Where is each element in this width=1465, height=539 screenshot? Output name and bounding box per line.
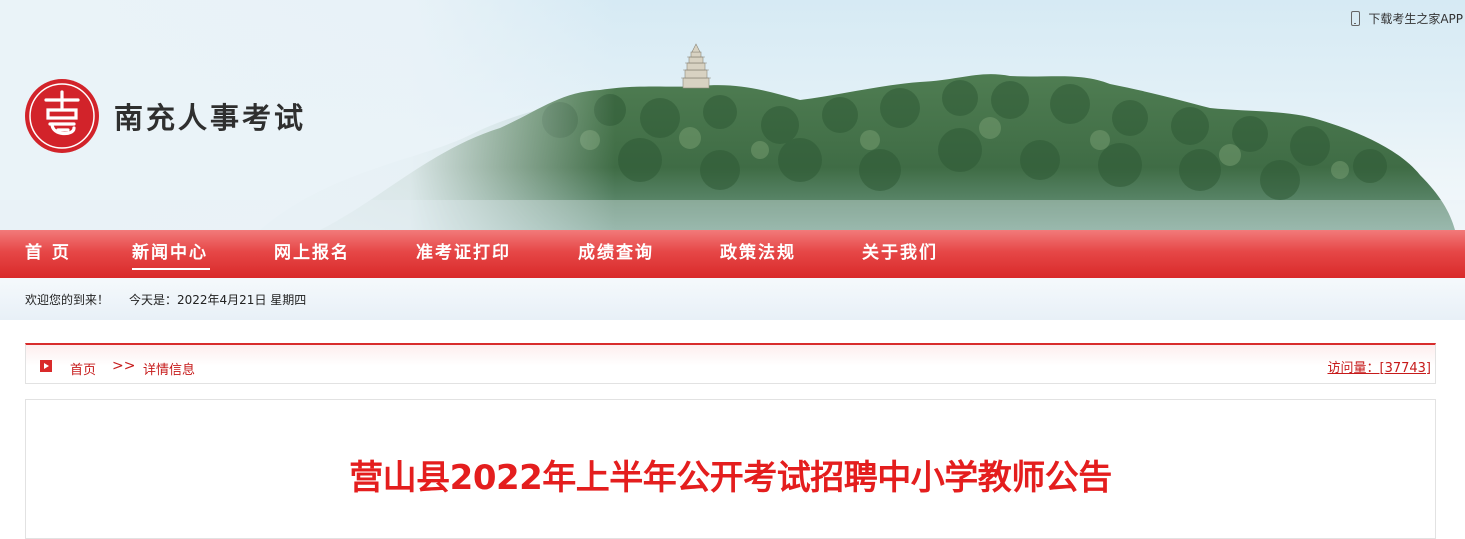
seal-logo-icon (25, 79, 99, 153)
download-app-link[interactable]: 下载考生之家APP (1351, 10, 1463, 27)
nav-item-about-us[interactable]: 关于我们 (862, 230, 938, 278)
download-app-label: 下载考生之家APP (1368, 12, 1463, 26)
nav-item-policies[interactable]: 政策法规 (720, 230, 796, 278)
site-logo[interactable]: 南充人事考试 (24, 78, 306, 154)
play-arrow-icon (40, 360, 52, 372)
article-panel: 营山县2022年上半年公开考试招聘中小学教师公告 (25, 399, 1436, 539)
welcome-bar: 欢迎您的到来！ 今天是：2022年4月21日 星期四 (0, 278, 1465, 320)
welcome-greeting: 欢迎您的到来！ (25, 293, 110, 307)
nav-item-home[interactable]: 首 页 (25, 230, 71, 278)
breadcrumb-home-link[interactable]: 首页 (70, 359, 96, 378)
nav-item-news-center[interactable]: 新闻中心 (132, 230, 210, 278)
site-name: 南充人事考试 (114, 101, 307, 135)
header-banner: 下载考生之家APP 南充人事考试 (0, 0, 1465, 230)
article-title: 营山县2022年上半年公开考试招聘中小学教师公告 (349, 458, 1112, 498)
visit-count: 访问量：[37743] (1327, 361, 1432, 376)
current-date: 今天是：2022年4月21日 星期四 (129, 293, 307, 307)
nav-item-admission-ticket[interactable]: 准考证打印 (416, 230, 511, 278)
mobile-phone-icon (1351, 11, 1361, 26)
main-nav: 首 页 新闻中心 网上报名 准考证打印 成绩查询 政策法规 关于我们 (0, 230, 1465, 278)
breadcrumb: 首页 >> 详情信息 访问量：[37743] (25, 343, 1436, 384)
nav-item-score-query[interactable]: 成绩查询 (578, 230, 654, 278)
nav-item-online-registration[interactable]: 网上报名 (274, 230, 350, 278)
breadcrumb-separator: >> (112, 358, 136, 374)
breadcrumb-current: 详情信息 (143, 363, 196, 378)
